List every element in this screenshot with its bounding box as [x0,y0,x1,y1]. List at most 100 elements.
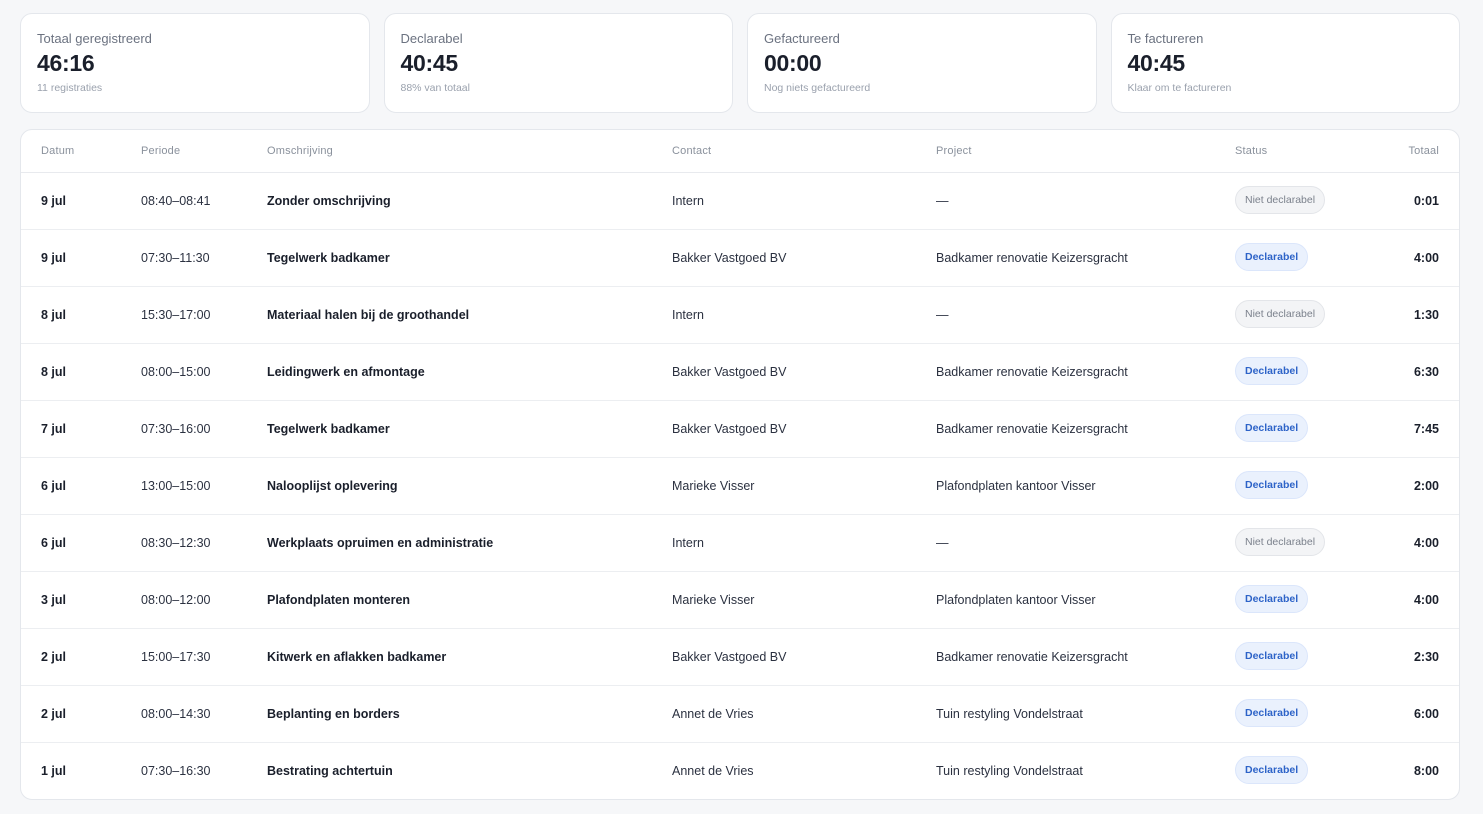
entry-description: Kitwerk en aflakken badkamer [267,650,447,664]
entry-total: 8:00 [1413,764,1439,778]
entry-date: 9 jul [41,194,67,208]
column-header-period[interactable]: Periode [141,145,180,157]
table-row[interactable]: 1 jul 07:30–16:30 Bestrating achtertuin Ann… [21,743,1459,799]
column-header-description[interactable]: Omschrijving [267,145,333,157]
entry-contact: Bakker Vastgoed BV [672,650,787,664]
stat-value: 46:16 [37,50,95,76]
table-row[interactable]: 9 jul 08:40–08:41 Zonder omschrijving Inter… [21,173,1459,230]
entry-status: Declarabel [1235,572,1309,629]
entry-description: Werkplaats opruimen en administratie [267,536,494,550]
entry-period: 07:30–16:30 [141,764,211,778]
entry-period: 08:00–15:00 [141,365,211,379]
status-badge: Declarabel [1235,756,1309,785]
entry-date: 2 jul [41,650,67,664]
entry-total: 4:00 [1413,251,1439,265]
entry-contact: Intern [672,194,704,208]
stat-subtext: Nog niets gefactureerd [764,82,871,94]
entry-status: Niet declarabel [1235,173,1326,230]
stat-label: Te factureren [1127,31,1204,46]
entry-date: 8 jul [41,308,67,322]
column-header-total[interactable]: Totaal [1408,145,1439,157]
entry-description: Plafondplaten monteren [267,593,411,607]
entry-status: Declarabel [1235,401,1309,458]
status-badge: Declarabel [1235,585,1309,614]
stat-card-invoiced: Gefactureerd 00:00 Nog niets gefactureer… [747,13,1097,113]
entry-description: Leidingwerk en afmontage [267,365,425,379]
entry-contact: Marieke Visser [672,593,755,607]
entry-status: Niet declarabel [1235,287,1326,344]
entry-total: 1:30 [1413,308,1439,322]
table-row[interactable]: 9 jul 07:30–11:30 Tegelwerk badkamer Bakker… [21,230,1459,287]
entry-period: 08:30–12:30 [141,536,211,550]
entry-period: 07:30–16:00 [141,422,211,436]
entry-contact: Annet de Vries [672,707,754,721]
entry-date: 6 jul [41,479,67,493]
table-row[interactable]: 2 jul 08:00–14:30 Beplanting en borders Ann… [21,686,1459,743]
stat-label: Declarabel [400,31,463,46]
status-badge: Declarabel [1235,471,1309,500]
entry-date: 9 jul [41,251,67,265]
entry-project: — [936,194,949,208]
entry-contact: Intern [672,308,704,322]
entry-status: Declarabel [1235,230,1309,287]
entry-project: Badkamer renovatie Keizersgracht [936,251,1128,265]
entry-total: 4:00 [1413,536,1439,550]
entry-period: 13:00–15:00 [141,479,211,493]
table-row[interactable]: 3 jul 08:00–12:00 Plafondplaten monteren Ma… [21,572,1459,629]
entry-total: 2:00 [1413,479,1439,493]
entry-description: Bestrating achtertuin [267,764,393,778]
table-row[interactable]: 6 jul 13:00–15:00 Nalooplijst oplevering Ma… [21,458,1459,515]
entry-period: 08:00–12:00 [141,593,211,607]
entry-project: Tuin restyling Vondelstraat [936,707,1083,721]
entry-period: 15:00–17:30 [141,650,211,664]
entry-project: Tuin restyling Vondelstraat [936,764,1083,778]
entry-status: Declarabel [1235,629,1309,686]
column-header-date[interactable]: Datum [41,145,74,157]
stat-subtext: Klaar om te factureren [1127,82,1232,94]
status-badge: Declarabel [1235,414,1309,443]
stat-value: 40:45 [1127,50,1186,76]
table-row[interactable]: 6 jul 08:30–12:30 Werkplaats opruimen en a… [21,515,1459,572]
entry-status: Niet declarabel [1235,515,1326,572]
entry-description: Beplanting en borders [267,707,400,721]
entry-contact: Bakker Vastgoed BV [672,422,787,436]
entry-total: 2:30 [1413,650,1439,664]
entry-total: 4:00 [1413,593,1439,607]
status-badge: Niet declarabel [1235,186,1326,215]
entry-date: 2 jul [41,707,67,721]
stat-value: 00:00 [764,50,822,76]
status-badge: Niet declarabel [1235,528,1326,557]
status-badge: Niet declarabel [1235,300,1326,329]
table-row[interactable]: 2 jul 15:00–17:30 Kitwerk en aflakken badk… [21,629,1459,686]
table-header: Datum Periode Omschrijving Contact Proje… [21,130,1459,173]
entry-date: 6 jul [41,536,67,550]
status-badge: Declarabel [1235,699,1309,728]
entry-description: Tegelwerk badkamer [267,422,390,436]
entry-contact: Bakker Vastgoed BV [672,365,787,379]
entry-date: 3 jul [41,593,67,607]
stat-subtext: 88% van totaal [400,82,470,94]
entry-contact: Annet de Vries [672,764,754,778]
entry-project: — [936,308,949,322]
stat-label: Gefactureerd [764,31,840,46]
column-header-contact[interactable]: Contact [672,145,711,157]
stat-label: Totaal geregistreerd [37,31,152,46]
entry-project: Badkamer renovatie Keizersgracht [936,365,1128,379]
entry-period: 08:00–14:30 [141,707,211,721]
table-row[interactable]: 8 jul 15:30–17:00 Materiaal halen bij de g… [21,287,1459,344]
status-badge: Declarabel [1235,243,1309,272]
column-header-status[interactable]: Status [1235,145,1267,157]
time-entries-table: Datum Periode Omschrijving Contact Proje… [20,129,1460,800]
entry-period: 07:30–11:30 [141,251,210,265]
entry-project: — [936,536,949,550]
entry-status: Declarabel [1235,743,1309,799]
table-row[interactable]: 8 jul 08:00–15:00 Leidingwerk en afmontage… [21,344,1459,401]
table-row[interactable]: 7 jul 07:30–16:00 Tegelwerk badkamer Bakker… [21,401,1459,458]
entry-description: Materiaal halen bij de groothandel [267,308,470,322]
entry-description: Tegelwerk badkamer [267,251,390,265]
stat-value: 40:45 [400,50,459,76]
entry-total: 7:45 [1413,422,1439,436]
entry-date: 1 jul [41,764,67,778]
column-header-project[interactable]: Project [936,145,972,157]
entry-status: Declarabel [1235,344,1309,401]
